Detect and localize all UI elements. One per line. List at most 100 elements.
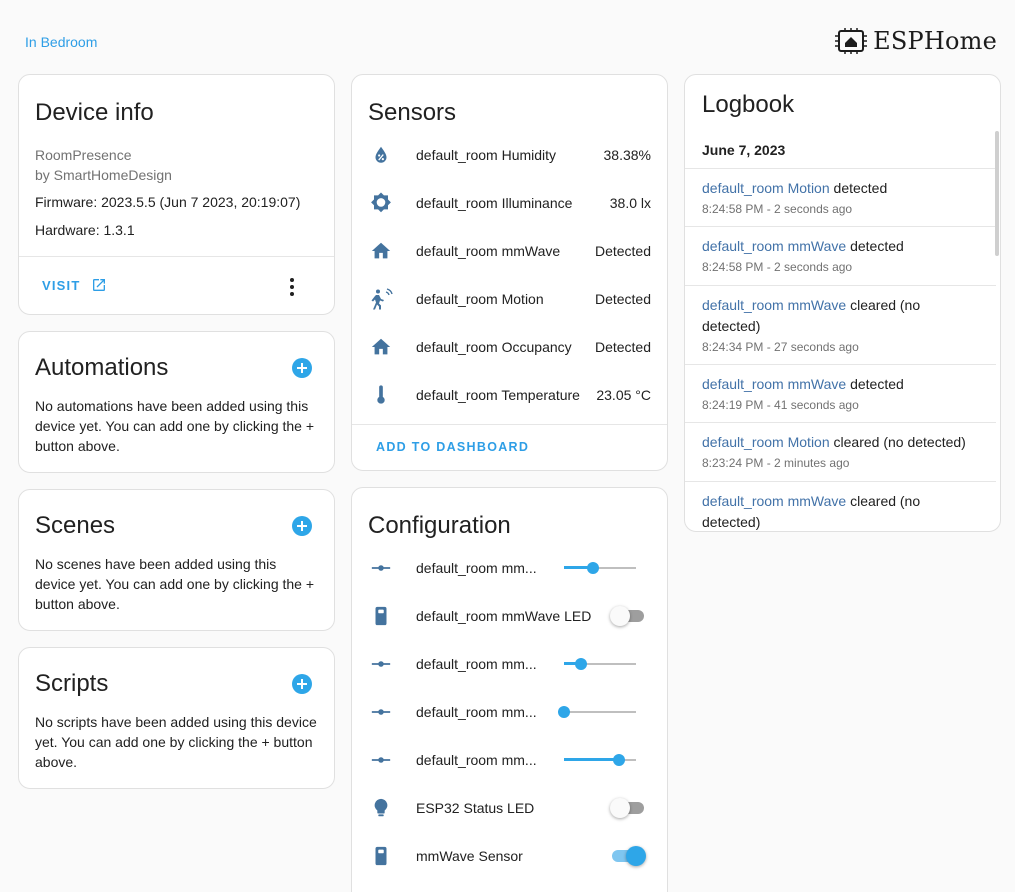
ray-vertex-icon bbox=[369, 556, 393, 580]
logbook-scrollbar[interactable] bbox=[995, 131, 999, 256]
config-name: default_room mm... bbox=[416, 704, 537, 720]
motion-sensor-icon bbox=[369, 287, 393, 311]
top-bar: In Bedroom ESPHome bbox=[0, 0, 1015, 74]
scenes-empty-text: No scenes have been added using this dev… bbox=[35, 556, 315, 612]
scenes-title: Scenes bbox=[35, 512, 116, 539]
sensor-name: default_room Illuminance bbox=[416, 195, 573, 211]
scripts-card: Scripts No scripts have been added using… bbox=[18, 647, 335, 789]
logbook-time: 8:23:24 PM - 2 minutes ago bbox=[702, 456, 850, 470]
sensor-name: default_room Occupancy bbox=[416, 339, 572, 355]
firmware-version: Firmware: 2023.5.5 (Jun 7 2023, 20:19:07… bbox=[35, 194, 301, 210]
device-model: RoomPresence bbox=[35, 147, 132, 163]
config-row: default_room mm... bbox=[352, 736, 667, 784]
brand-logo: ESPHome bbox=[835, 27, 997, 55]
sensor-value: 38.38% bbox=[603, 147, 651, 163]
logbook-entity-link[interactable]: default_room Motion bbox=[702, 180, 830, 196]
configuration-card: Configuration default_room mm... default… bbox=[351, 487, 668, 892]
logbook-card: Logbook June 7, 2023 default_room Motion… bbox=[684, 74, 1001, 532]
logbook-entity-link[interactable]: default_room Motion bbox=[702, 434, 830, 450]
logbook-entity-link[interactable]: default_room mmWave bbox=[702, 493, 846, 509]
water-percent-icon bbox=[369, 143, 393, 167]
number-slider[interactable] bbox=[564, 750, 636, 770]
automations-empty-text: No automations have been added using thi… bbox=[35, 398, 315, 454]
hardware-version: Hardware: 1.3.1 bbox=[35, 222, 135, 238]
visit-label: VISIT bbox=[42, 277, 81, 293]
add-to-dashboard-button[interactable]: ADD TO DASHBOARD bbox=[376, 440, 529, 454]
more-options-icon[interactable] bbox=[282, 277, 302, 297]
ray-vertex-icon bbox=[369, 652, 393, 676]
config-name: default_room mmWave LED bbox=[416, 608, 592, 624]
logbook-message: default_room Motion cleared (no detected… bbox=[702, 432, 982, 453]
logbook-message: default_room mmWave detected bbox=[702, 374, 982, 395]
logbook-event: detected bbox=[829, 180, 888, 196]
add-script-button[interactable] bbox=[292, 674, 312, 694]
sensor-row-mmwave[interactable]: default_room mmWave Detected bbox=[352, 227, 667, 275]
config-row: default_room mm... bbox=[352, 544, 667, 592]
sensor-value: Detected bbox=[594, 243, 651, 259]
sensor-value: 38.0 lx bbox=[609, 195, 651, 211]
number-slider[interactable] bbox=[558, 702, 636, 722]
sensor-value: Detected bbox=[594, 339, 651, 355]
logbook-date-header: June 7, 2023 bbox=[702, 142, 786, 158]
logbook-time: 8:24:58 PM - 2 seconds ago bbox=[702, 260, 853, 274]
switch-toggle[interactable] bbox=[610, 798, 646, 818]
logbook-entity-link[interactable]: default_room mmWave bbox=[702, 376, 846, 392]
sensor-name: default_room mmWave bbox=[416, 243, 561, 259]
add-scene-button[interactable] bbox=[292, 516, 312, 536]
config-name: ESP32 Status LED bbox=[416, 800, 535, 816]
logbook-entry: default_room Motion cleared (no detected… bbox=[685, 422, 996, 481]
sensor-row-motion[interactable]: default_room Motion Detected bbox=[352, 275, 667, 323]
sensor-row-humidity[interactable]: default_room Humidity 38.38% bbox=[352, 131, 667, 179]
brightness-icon bbox=[369, 191, 393, 215]
area-breadcrumb-link[interactable]: In Bedroom bbox=[25, 34, 97, 50]
sensor-value: Detected bbox=[594, 291, 651, 307]
sensor-name: default_room Humidity bbox=[416, 147, 557, 163]
logbook-entity-link[interactable]: default_room mmWave bbox=[702, 238, 846, 254]
switch-toggle[interactable] bbox=[610, 606, 646, 626]
scripts-empty-text: No scripts have been added using this de… bbox=[35, 714, 317, 770]
config-name: mmWave Sensor bbox=[416, 848, 523, 864]
config-row: mmWave Sensor bbox=[352, 832, 667, 880]
scenes-card: Scenes No scenes have been added using t… bbox=[18, 489, 335, 631]
thermometer-icon bbox=[369, 383, 393, 407]
logbook-message: default_room Motion detected bbox=[702, 178, 982, 199]
config-row: ESP32 Status LED bbox=[352, 784, 667, 832]
config-name: default_room mm... bbox=[416, 656, 537, 672]
logbook-entry: default_room mmWave cleared (no detected… bbox=[685, 481, 996, 531]
logbook-message: default_room mmWave cleared (no detected… bbox=[702, 491, 982, 531]
ray-vertex-icon bbox=[369, 748, 393, 772]
logbook-event: detected bbox=[846, 376, 904, 392]
logbook-entity-link[interactable]: default_room mmWave bbox=[702, 297, 846, 313]
sensor-name: default_room Temperature bbox=[416, 387, 580, 403]
logbook-time: 8:24:58 PM - 2 seconds ago bbox=[702, 202, 853, 216]
number-slider[interactable] bbox=[564, 558, 636, 578]
lightbulb-icon bbox=[369, 796, 393, 820]
logbook-event: detected bbox=[846, 238, 904, 254]
visit-button[interactable]: VISIT bbox=[42, 277, 107, 293]
configuration-title: Configuration bbox=[368, 512, 511, 539]
card-divider bbox=[352, 424, 667, 425]
config-name: default_room mm... bbox=[416, 560, 537, 576]
logbook-message: default_room mmWave cleared (no detected… bbox=[702, 295, 982, 337]
sensor-row-temperature[interactable]: default_room Temperature 23.05 °C bbox=[352, 371, 667, 419]
device-model-block: RoomPresence by SmartHomeDesign bbox=[35, 145, 172, 185]
logbook-entry: default_room mmWave cleared (no detected… bbox=[685, 285, 996, 364]
sensor-row-occupancy[interactable]: default_room Occupancy Detected bbox=[352, 323, 667, 371]
logbook-time: 8:24:34 PM - 27 seconds ago bbox=[702, 340, 859, 354]
switch-toggle[interactable] bbox=[610, 846, 646, 866]
logbook-entry: default_room Motion detected 8:24:58 PM … bbox=[685, 168, 996, 226]
automations-card: Automations No automations have been add… bbox=[18, 331, 335, 473]
logbook-event: cleared (no detected) bbox=[829, 434, 966, 450]
logbook-list[interactable]: June 7, 2023 default_room Motion detecte… bbox=[685, 131, 1000, 531]
sensors-title: Sensors bbox=[368, 99, 457, 126]
remote-icon bbox=[369, 844, 393, 868]
device-info-card: Device info RoomPresence by SmartHomeDes… bbox=[18, 74, 335, 315]
add-automation-button[interactable] bbox=[292, 358, 312, 378]
logbook-message: default_room mmWave detected bbox=[702, 236, 982, 257]
remote-icon bbox=[369, 604, 393, 628]
open-in-new-icon bbox=[92, 279, 105, 291]
logbook-time: 8:24:19 PM - 41 seconds ago bbox=[702, 398, 859, 412]
number-slider[interactable] bbox=[564, 654, 636, 674]
scripts-title: Scripts bbox=[35, 670, 109, 697]
sensor-row-illuminance[interactable]: default_room Illuminance 38.0 lx bbox=[352, 179, 667, 227]
